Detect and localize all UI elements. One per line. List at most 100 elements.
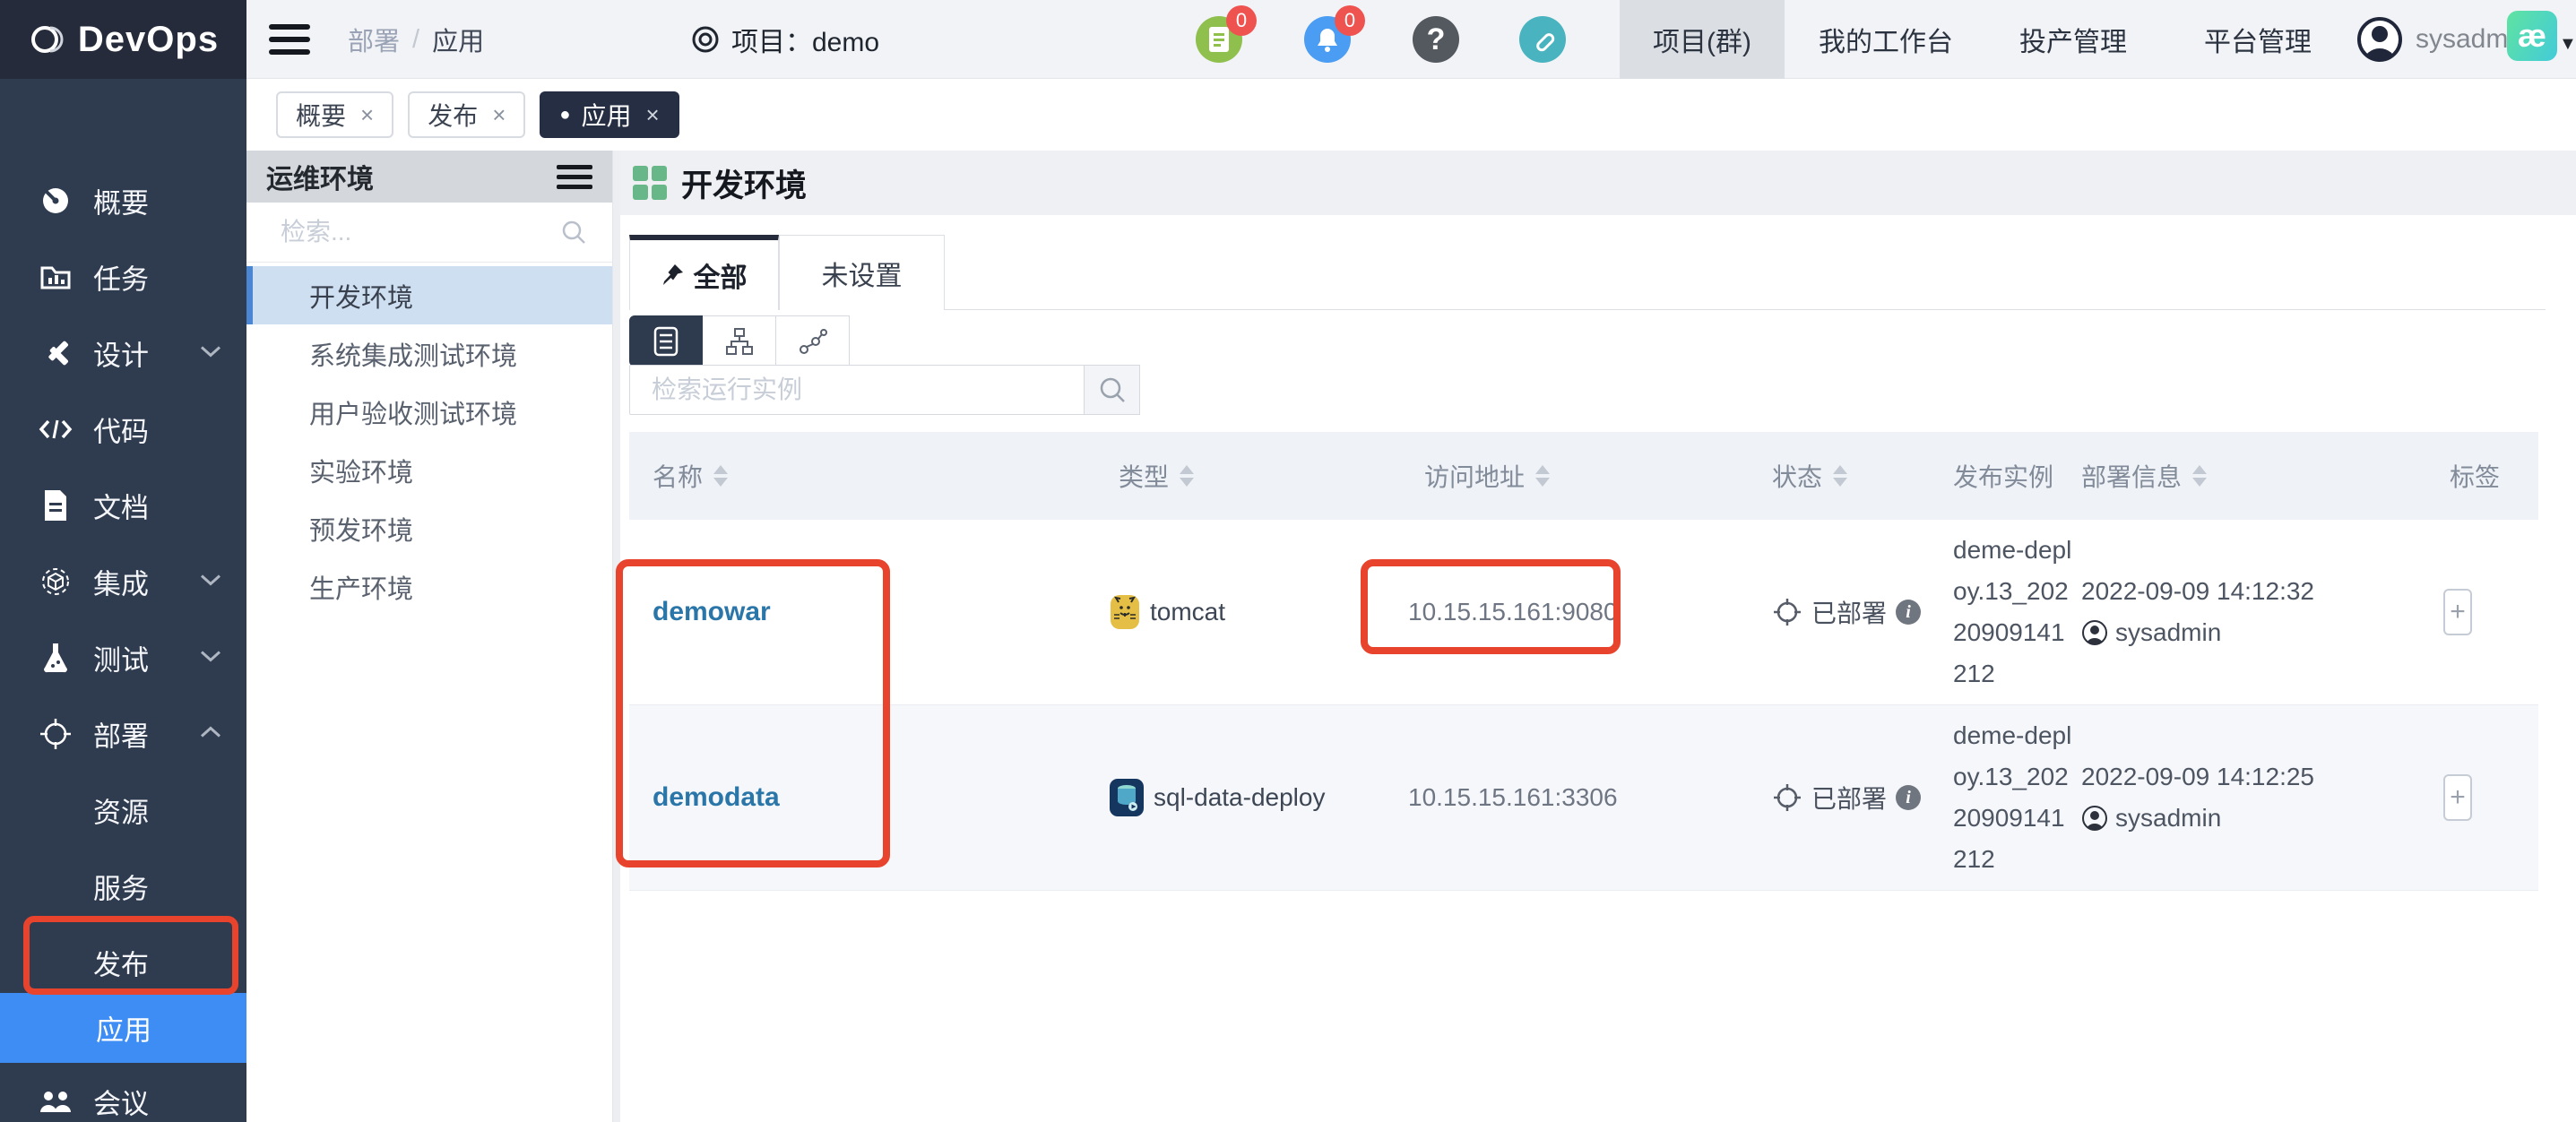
- col-deploy-info[interactable]: 部署信息: [2081, 458, 2386, 494]
- notifications-button[interactable]: 0: [1304, 16, 1351, 63]
- env-item-label: 系统集成测试环境: [309, 335, 517, 373]
- chevron-down-icon: [199, 649, 222, 668]
- topnav-production[interactable]: 投产管理: [2013, 0, 2133, 79]
- tab-overview-label: 概要: [296, 97, 346, 133]
- sidebar-item-application[interactable]: 应用: [0, 993, 246, 1063]
- instance-name-link[interactable]: demodata: [653, 782, 780, 812]
- search-icon: [1098, 375, 1127, 404]
- instance-name-link[interactable]: demowar: [653, 597, 771, 626]
- add-tag-button[interactable]: +: [2443, 589, 2472, 635]
- instances-table: 名称 类型 访问地址 状态 发布实例 部署信息 标签 demowar tomca…: [629, 432, 2538, 891]
- breadcrumb-separator: /: [412, 25, 419, 55]
- info-icon[interactable]: i: [1896, 600, 1921, 625]
- share-link-button[interactable]: [1519, 16, 1566, 63]
- logo-text: DevOps: [78, 20, 219, 60]
- tab-release[interactable]: 发布 ×: [408, 91, 525, 138]
- topnav-platform[interactable]: 平台管理: [2198, 0, 2318, 79]
- env-item-lab[interactable]: 实验环境: [246, 441, 612, 499]
- sidebar-item-release[interactable]: 发布: [0, 939, 246, 986]
- topnav-platform-label: 平台管理: [2204, 20, 2312, 59]
- tab-overview[interactable]: 概要 ×: [276, 91, 393, 138]
- list-view-button[interactable]: [629, 315, 703, 367]
- env-item-label: 生产环境: [309, 568, 413, 606]
- graph-view-button[interactable]: [776, 315, 850, 367]
- sidebar: 概要 任务 设计 代码 文档 集成 测试: [0, 79, 246, 1122]
- help-button[interactable]: ?: [1413, 16, 1459, 63]
- sort-icon[interactable]: [1180, 465, 1194, 487]
- topnav-projects[interactable]: 项目(群): [1620, 0, 1785, 79]
- devops-logo-icon: [28, 20, 67, 59]
- user-menu[interactable]: sysadmin æ ▼: [2356, 0, 2529, 79]
- sidebar-item-overview[interactable]: 概要: [0, 177, 246, 224]
- topnav-workbench-label: 我的工作台: [1819, 20, 1953, 59]
- col-name[interactable]: 名称: [629, 458, 1109, 494]
- env-item-sit[interactable]: 系统集成测试环境: [246, 324, 612, 383]
- sidebar-item-docs[interactable]: 文档: [0, 482, 246, 529]
- sidebar-item-services[interactable]: 服务: [0, 863, 246, 910]
- sidebar-item-test[interactable]: 测试: [0, 634, 246, 681]
- release-instance[interactable]: deme-depl oy.13_202 20909141 212: [1953, 530, 2081, 695]
- env-item-dev[interactable]: 开发环境: [246, 266, 612, 324]
- sidebar-item-label: 代码: [93, 410, 149, 450]
- tomcat-icon: [1109, 593, 1141, 631]
- crosshair-icon: [38, 716, 73, 752]
- col-label: 发布实例: [1953, 458, 2053, 494]
- sidebar-item-design[interactable]: 设计: [0, 330, 246, 376]
- status-badge: 已部署: [1811, 780, 1887, 816]
- deploy-user: sysadmin: [2115, 798, 2221, 839]
- main-content: 开发环境 全部 未设置: [613, 151, 2576, 1122]
- sidebar-item-integration[interactable]: 集成: [0, 558, 246, 605]
- env-item-label: 用户验收测试环境: [309, 393, 517, 431]
- sidebar-item-code[interactable]: 代码: [0, 406, 246, 453]
- extension-badge[interactable]: æ: [2507, 11, 2557, 61]
- add-tag-button[interactable]: +: [2443, 774, 2472, 821]
- sort-icon[interactable]: [1833, 465, 1847, 487]
- close-icon[interactable]: ×: [646, 101, 660, 129]
- table-header: 名称 类型 访问地址 状态 发布实例 部署信息 标签: [629, 432, 2538, 520]
- instance-address: 10.15.15.161:9080: [1408, 598, 1618, 626]
- tab-unset[interactable]: 未设置: [779, 235, 945, 310]
- sort-icon[interactable]: [2192, 465, 2207, 487]
- status-crosshair-icon: [1772, 597, 1802, 627]
- sidebar-item-tasks[interactable]: 任务: [0, 254, 246, 300]
- breadcrumb-current[interactable]: 应用: [432, 21, 484, 58]
- env-item-uat[interactable]: 用户验收测试环境: [246, 383, 612, 441]
- topnav-workbench[interactable]: 我的工作台: [1812, 0, 1959, 79]
- sidebar-item-resources[interactable]: 资源: [0, 787, 246, 833]
- instance-search-button[interactable]: [1085, 365, 1140, 415]
- chevron-up-icon: [199, 725, 222, 744]
- app-logo[interactable]: DevOps: [0, 0, 246, 79]
- col-label: 访问地址: [1424, 458, 1525, 494]
- env-item-label: 预发环境: [309, 510, 413, 548]
- col-address[interactable]: 访问地址: [1396, 458, 1772, 494]
- project-selector[interactable]: 项目：demo: [690, 0, 879, 79]
- info-icon[interactable]: i: [1896, 785, 1921, 810]
- col-status[interactable]: 状态: [1772, 458, 1951, 494]
- col-type[interactable]: 类型: [1109, 458, 1396, 494]
- menu-toggle-icon[interactable]: [269, 17, 310, 62]
- breadcrumb-section[interactable]: 部署: [348, 21, 400, 58]
- list-view-icon: [653, 326, 679, 357]
- panel-collapse-icon[interactable]: [557, 160, 592, 194]
- sidebar-item-label: 会议: [93, 1082, 149, 1122]
- tab-all[interactable]: 全部: [629, 235, 779, 310]
- sidebar-item-meetings[interactable]: 会议: [0, 1078, 246, 1122]
- close-icon[interactable]: ×: [492, 101, 506, 129]
- sort-icon[interactable]: [1535, 465, 1550, 487]
- help-icon: ?: [1427, 22, 1446, 57]
- sidebar-item-deploy[interactable]: 部署: [0, 711, 246, 757]
- close-icon[interactable]: ×: [360, 101, 374, 129]
- environment-search-input[interactable]: [246, 203, 612, 262]
- environment-panel: 运维环境 开发环境 系统集成测试环境 用户验收测试环境 实验环境 预发环境 生产…: [246, 151, 613, 1122]
- sort-icon[interactable]: [713, 465, 728, 487]
- release-instance[interactable]: deme-depl oy.13_202 20909141 212: [1953, 715, 2081, 880]
- flask-icon: [38, 640, 73, 676]
- env-item-staging[interactable]: 预发环境: [246, 499, 612, 557]
- status-crosshair-icon: [1772, 782, 1802, 813]
- tree-view-button[interactable]: [703, 315, 776, 367]
- environment-search: [246, 203, 612, 263]
- instance-search-input[interactable]: [629, 365, 1085, 415]
- env-item-prod[interactable]: 生产环境: [246, 557, 612, 616]
- release-notes-button[interactable]: 0: [1196, 16, 1242, 63]
- tab-application[interactable]: ● 应用 ×: [540, 91, 679, 138]
